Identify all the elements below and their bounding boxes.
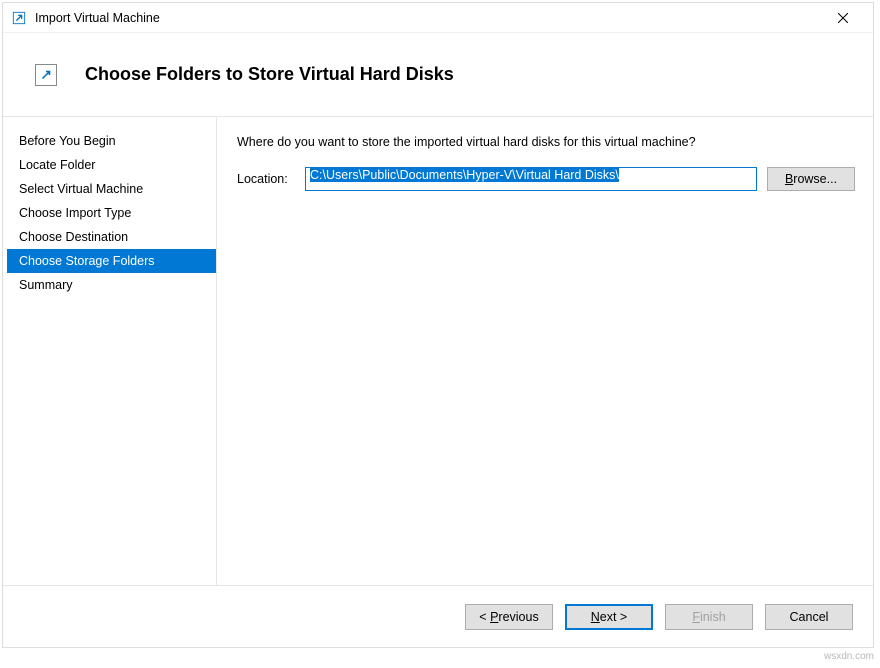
watermark: wsxdn.com <box>824 651 874 662</box>
wizard-header: Choose Folders to Store Virtual Hard Dis… <box>3 33 873 117</box>
app-icon <box>11 10 27 26</box>
location-label: Location: <box>237 172 295 186</box>
wizard-window: Import Virtual Machine Choose Folders to… <box>2 2 874 648</box>
sidebar-item-locate-folder[interactable]: Locate Folder <box>7 153 216 177</box>
sidebar-item-choose-destination[interactable]: Choose Destination <box>7 225 216 249</box>
sidebar-item-before-you-begin[interactable]: Before You Begin <box>7 129 216 153</box>
location-input[interactable]: C:\Users\Public\Documents\Hyper-V\Virtua… <box>305 167 757 191</box>
sidebar-item-select-virtual-machine[interactable]: Select Virtual Machine <box>7 177 216 201</box>
browse-button[interactable]: Browse... <box>767 167 855 191</box>
sidebar-item-choose-storage-folders[interactable]: Choose Storage Folders <box>7 249 216 273</box>
sidebar-item-choose-import-type[interactable]: Choose Import Type <box>7 201 216 225</box>
wizard-header-icon <box>35 64 57 86</box>
close-icon <box>838 13 848 23</box>
finish-button: Finish <box>665 604 753 630</box>
next-button[interactable]: Next > <box>565 604 653 630</box>
page-title: Choose Folders to Store Virtual Hard Dis… <box>85 64 454 85</box>
main-prompt: Where do you want to store the imported … <box>237 135 855 149</box>
location-value: C:\Users\Public\Documents\Hyper-V\Virtua… <box>310 168 619 182</box>
location-row: Location: C:\Users\Public\Documents\Hype… <box>237 167 855 191</box>
wizard-sidebar: Before You Begin Locate Folder Select Vi… <box>7 117 217 585</box>
titlebar: Import Virtual Machine <box>3 3 873 33</box>
browse-label: Browse... <box>785 172 837 186</box>
sidebar-item-summary[interactable]: Summary <box>7 273 216 297</box>
wizard-footer: < Previous Next > Finish Cancel <box>3 585 873 647</box>
cancel-button[interactable]: Cancel <box>765 604 853 630</box>
previous-button[interactable]: < Previous <box>465 604 553 630</box>
wizard-main: Where do you want to store the imported … <box>217 117 873 585</box>
window-title: Import Virtual Machine <box>35 11 821 25</box>
wizard-body: Before You Begin Locate Folder Select Vi… <box>3 117 873 585</box>
close-button[interactable] <box>821 3 865 33</box>
